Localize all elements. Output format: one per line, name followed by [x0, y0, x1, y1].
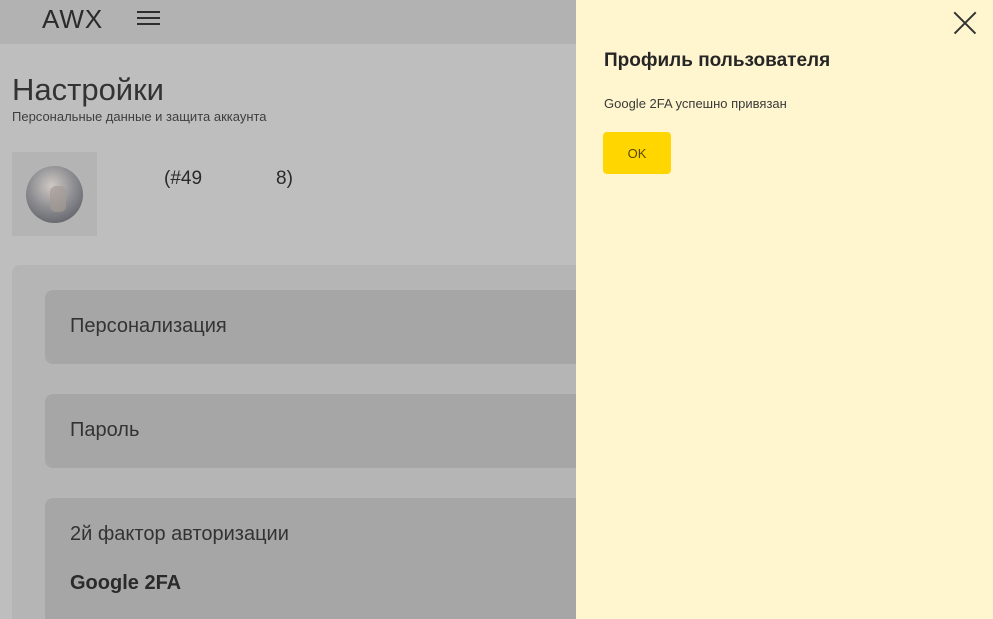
user-id: (#49 [164, 168, 203, 189]
page-title: Настройки [12, 72, 165, 107]
personalization-label: Персонализация [70, 315, 227, 337]
page-subtitle: Персональные данные и защита аккаунта [12, 109, 267, 124]
modal-message: Google 2FA успешно привязан [604, 96, 787, 111]
ok-button[interactable]: OK [603, 132, 671, 174]
close-icon[interactable] [953, 11, 977, 35]
settings-panel: Персонализация Пароль 2й фактор авториза… [12, 265, 632, 619]
avatar-container[interactable] [12, 152, 97, 236]
two-factor-label: 2й фактор авторизации [70, 523, 289, 545]
password-label: Пароль [70, 419, 140, 441]
profile-modal: Профиль пользователя Google 2FA успешно … [576, 0, 993, 619]
user-id-suffix: 8) [276, 168, 293, 189]
password-card[interactable]: Пароль [45, 394, 605, 468]
two-factor-card[interactable]: 2й фактор авторизации Google 2FA [45, 498, 605, 619]
avatar [26, 166, 83, 223]
personalization-card[interactable]: Персонализация [45, 290, 605, 364]
modal-title: Профиль пользователя [604, 50, 831, 71]
hamburger-menu-icon[interactable] [137, 11, 160, 27]
awx-logo[interactable]: AWX [42, 4, 103, 35]
two-factor-value: Google 2FA [70, 572, 182, 594]
